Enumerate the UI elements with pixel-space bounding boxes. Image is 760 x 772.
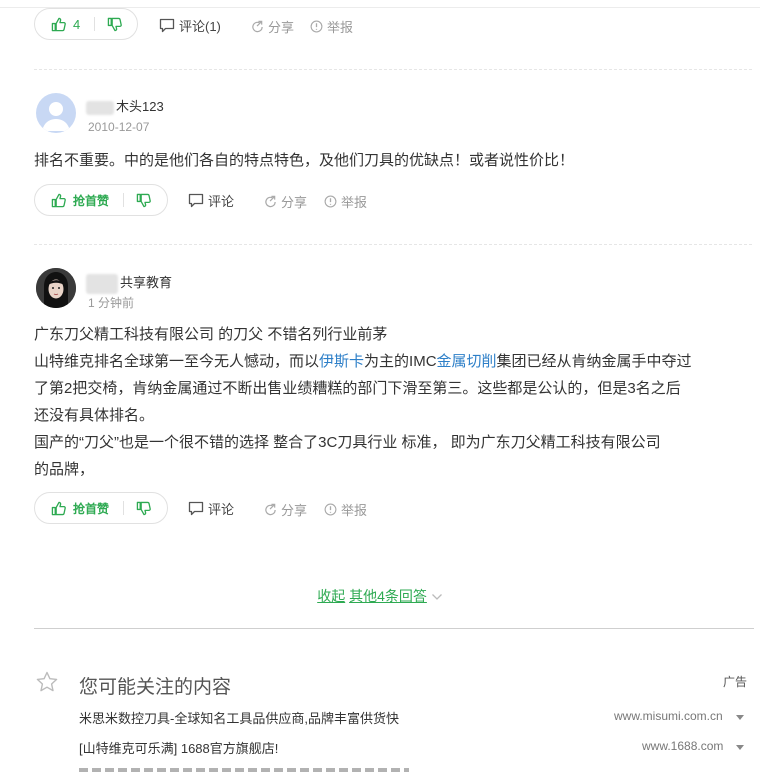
answer-line: 广东刀父精工科技有限公司 的刀父 不错名列行业前茅 <box>34 326 388 343</box>
answer-text: 广东刀父精工科技有限公司 的刀父 不错名列行业前茅 山特维克排名全球第一至今无人… <box>34 321 754 483</box>
report-label: 举报 <box>341 195 368 210</box>
answer-line: 了第2把交椅，肯纳金属通过不断出售业绩糟糕的部门下滑至第三。这些都是公认的，但是… <box>34 380 681 397</box>
user-photo-icon <box>36 268 76 308</box>
answer-divider <box>34 244 752 245</box>
share-icon <box>265 195 276 208</box>
like-label: 抢首赞 <box>73 193 110 208</box>
partial-recommend-item <box>79 767 409 772</box>
like-button[interactable]: 抢首赞 <box>35 192 109 209</box>
report-icon <box>310 20 323 33</box>
dislike-button[interactable] <box>136 501 151 516</box>
keyword-link[interactable]: 伊斯卡 <box>319 353 364 370</box>
collapse-answers-link[interactable]: 收起 其他4条回答 <box>0 586 760 606</box>
answer-date: 1 分钟前 <box>88 296 135 310</box>
comment-button[interactable]: 评论 <box>188 191 234 210</box>
caret-down-icon[interactable] <box>736 745 744 750</box>
thumbs-up-icon <box>51 501 66 515</box>
answer-line: 还没有具体排名。 <box>34 407 155 424</box>
recommend-domain[interactable]: www.misumi.com.cn <box>614 709 723 723</box>
answer-text: 排名不重要。中的是他们各自的特点特色，及他们刀具的优缺点！或者说性价比！ <box>34 152 575 169</box>
vote-group: 抢首赞 <box>34 492 168 524</box>
report-button[interactable]: 举报 <box>310 17 353 36</box>
comment-icon <box>159 18 175 33</box>
like-label: 抢首赞 <box>73 501 110 516</box>
dislike-button[interactable] <box>107 17 123 32</box>
collapse-label: 收起 <box>317 588 346 604</box>
vote-separator <box>123 501 125 515</box>
recommend-title: 您可能关注的内容 <box>79 677 232 698</box>
other-answers-label: 其他4条回答 <box>349 588 427 604</box>
keyword-link[interactable]: 金属切削 <box>437 353 497 370</box>
report-button[interactable]: 举报 <box>324 500 367 519</box>
answer-divider <box>34 69 752 70</box>
comment-label: 评论 <box>208 502 235 517</box>
thumbs-up-icon <box>51 193 66 207</box>
share-label: 分享 <box>268 20 295 35</box>
like-button[interactable]: 抢首赞 <box>35 500 109 517</box>
like-button[interactable]: 4 <box>35 17 80 32</box>
thumbs-down-icon <box>107 17 123 31</box>
ad-label: 广告 <box>723 675 748 689</box>
avatar[interactable] <box>36 93 76 133</box>
answer-date: 2010-12-07 <box>88 120 150 134</box>
vote-group: 4 <box>34 8 138 40</box>
star-icon <box>36 671 58 692</box>
answer-line: 国产的“刀父”也是一个很不错的选择 整合了3C刀具行业 标准， 即为广东刀父精工… <box>34 434 661 451</box>
comment-button[interactable]: 评论 <box>188 499 234 518</box>
default-user-icon <box>42 102 70 131</box>
report-label: 举报 <box>327 20 354 35</box>
thumbs-up-icon <box>51 17 66 31</box>
avatar[interactable] <box>36 268 76 308</box>
report-icon <box>324 503 337 516</box>
recommend-domain[interactable]: www.1688.com <box>642 739 723 753</box>
chevron-down-icon <box>431 594 442 601</box>
recommend-item[interactable]: 米思米数控刀具-全球知名工具品供应商,品牌丰富供货快 <box>79 708 399 727</box>
answer-line: 山特维克排名全球第一至今无人憾动，而以伊斯卡为主的IMC金属切削集团已经从肯纳金… <box>34 353 692 370</box>
share-label: 分享 <box>281 195 308 210</box>
share-button[interactable]: 分享 <box>251 17 294 36</box>
answer-line: 的品牌， <box>34 461 95 478</box>
recommend-item[interactable]: [山特维克可乐满] 1688官方旗舰店! <box>79 738 278 757</box>
comment-label: 评论(1) <box>179 19 221 34</box>
thumbs-down-icon <box>136 193 151 207</box>
vote-separator <box>123 193 125 207</box>
username[interactable]: 共享教育 <box>86 272 172 294</box>
comment-icon <box>188 501 204 516</box>
share-icon <box>252 20 263 33</box>
redacted-name-part <box>86 100 114 115</box>
dislike-button[interactable] <box>136 193 151 208</box>
report-label: 举报 <box>341 503 368 518</box>
thumbs-down-icon <box>136 501 151 515</box>
report-button[interactable]: 举报 <box>324 192 367 211</box>
like-count: 4 <box>73 16 81 32</box>
username[interactable]: 木头123 <box>86 96 164 115</box>
share-button[interactable]: 分享 <box>264 500 307 519</box>
vote-group: 抢首赞 <box>34 184 168 216</box>
section-divider <box>34 628 754 629</box>
comment-icon <box>188 193 204 208</box>
share-icon <box>265 503 276 516</box>
vote-separator <box>94 17 96 31</box>
redacted-name-part <box>86 273 118 294</box>
share-label: 分享 <box>281 503 308 518</box>
report-icon <box>324 195 337 208</box>
comment-button[interactable]: 评论(1) <box>159 16 221 35</box>
caret-down-icon[interactable] <box>736 715 744 720</box>
comment-label: 评论 <box>208 194 235 209</box>
share-button[interactable]: 分享 <box>264 192 307 211</box>
